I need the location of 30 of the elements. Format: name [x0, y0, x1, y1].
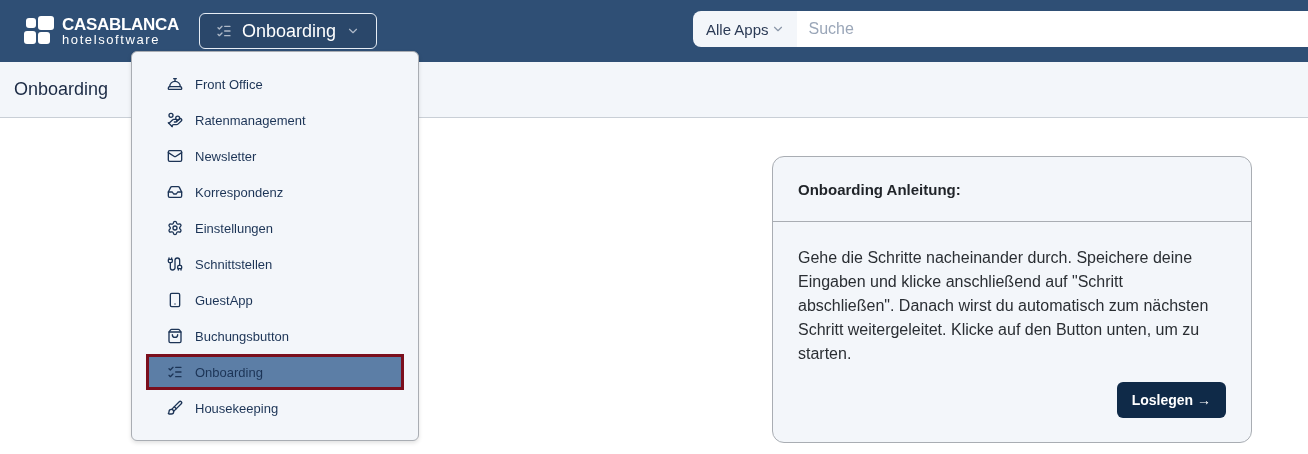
logo-title: CASABLANCA: [62, 16, 179, 33]
cable-icon: [167, 256, 183, 272]
search-field[interactable]: Suche: [796, 11, 1308, 47]
checklist-icon: [167, 364, 183, 380]
menu-item[interactable]: Korrespondenz: [146, 174, 404, 210]
settings-icon: [167, 220, 183, 236]
brush-icon: [167, 400, 183, 416]
smartphone-icon: [167, 292, 183, 308]
app-switcher[interactable]: Onboarding: [198, 13, 378, 49]
menu-item[interactable]: Ratenmanagement: [146, 102, 404, 138]
menu-item[interactable]: Einstellungen: [146, 210, 404, 246]
checklist-icon: [215, 23, 232, 39]
start-button[interactable]: Loslegen →: [1116, 382, 1226, 418]
bell-icon: [167, 76, 183, 92]
hand-coins-icon: [167, 112, 183, 128]
mail-icon: [167, 148, 183, 164]
instructions-text: Gehe die Schritte nacheinander durch. Speichere deine Eingaben und klicke anschließend auf "Schritt abschließen". Danach wirst du automatisch zum nächsten Schritt weitergeleitet. Klicke auf den Button unten, um zu starten.: [798, 248, 1210, 364]
menu-item[interactable]: GuestApp: [146, 282, 404, 318]
menu-item[interactable]: Housekeeping: [146, 390, 404, 426]
scope-dropdown[interactable]: Alle Apps: [693, 11, 797, 47]
bag-icon: [167, 328, 183, 344]
page-title: Onboarding: [14, 79, 109, 100]
logo-subtitle: hotelsoftware: [62, 33, 162, 46]
card-title: Onboarding Anleitung:: [798, 180, 961, 198]
inbox-icon: [167, 184, 183, 200]
logo-icon: [24, 16, 56, 46]
menu-item[interactable]: Newsletter: [146, 138, 404, 174]
menu-item[interactable]: Buchungsbutton: [146, 318, 404, 354]
menu-item[interactable]: Schnittstellen: [146, 246, 404, 282]
menu-item[interactable]: Front Office: [146, 66, 404, 102]
